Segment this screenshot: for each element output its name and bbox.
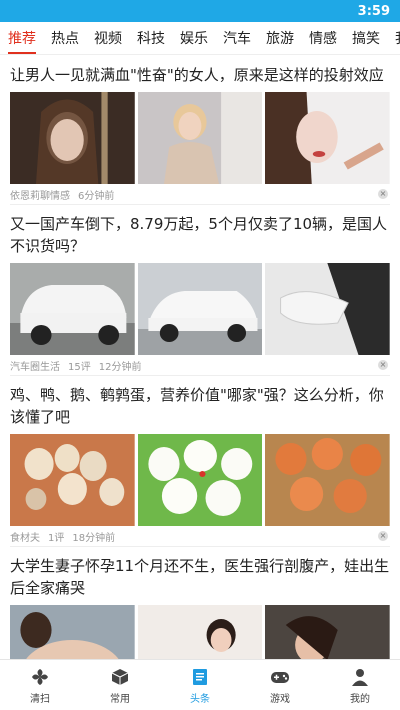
pregnant-woman-image (10, 605, 135, 660)
article-images[interactable] (10, 263, 391, 355)
tab-travel[interactable]: 旅游 (266, 28, 294, 48)
article-source: 汽车圈生活 (10, 361, 60, 373)
tab-cars[interactable]: 汽车 (223, 28, 251, 48)
tab-emotion[interactable]: 情感 (309, 28, 337, 48)
cube-icon (109, 666, 131, 688)
article-meta: 食材夫 1评 18分钟前 × (10, 526, 390, 547)
car-mirror-closeup-image (265, 263, 391, 355)
article-card[interactable]: 又一国产车倒下，8.79万起，5个月仅卖了10辆，是国人不识货吗？ 汽车圈生活 … (0, 205, 400, 376)
article-card[interactable]: 鸡、鸭、鹅、鹌鹑蛋，营养价值"哪家"强？这么分析，你该懂了吧 食材夫 1评 18… (0, 376, 400, 547)
article-meta: 汽车圈生活 15评 12分钟前 × (10, 355, 390, 376)
nav-mine[interactable]: 我的 (320, 660, 400, 710)
assorted-eggs-image (10, 434, 135, 526)
article-title[interactable]: 又一国产车倒下，8.79万起，5个月仅卖了10辆，是国人不识货吗？ (10, 213, 390, 257)
tab-hot[interactable]: 热点 (51, 28, 79, 48)
article-title[interactable]: 鸡、鸭、鹅、鹌鹑蛋，营养价值"哪家"强？这么分析，你该懂了吧 (10, 384, 390, 428)
bottom-navigation: 清扫 常用 头条 游戏 我的 (0, 659, 400, 710)
article-title[interactable]: 大学生妻子怀孕11个月还不生，医生强行剖腹产，娃出生后全家痛哭 (10, 555, 390, 599)
tab-tech[interactable]: 科技 (137, 28, 165, 48)
nav-headlines[interactable]: 头条 (160, 660, 240, 710)
close-icon[interactable]: × (378, 531, 388, 541)
close-icon[interactable]: × (378, 360, 388, 370)
article-images[interactable] (10, 434, 391, 526)
article-comments: 15评 (68, 361, 91, 373)
article-time: 6分钟前 (78, 190, 115, 202)
close-icon[interactable]: × (378, 189, 388, 199)
tab-partial[interactable]: 我 (395, 28, 400, 48)
article-source: 依恩莉聊情感 (10, 190, 70, 202)
article-time: 18分钟前 (72, 532, 116, 544)
white-suv-side-image (137, 263, 263, 355)
tab-video[interactable]: 视频 (94, 28, 122, 48)
article-time: 12分钟前 (98, 361, 142, 373)
tab-entertainment[interactable]: 娱乐 (180, 28, 208, 48)
nav-label: 清扫 (30, 693, 50, 705)
portrait-woman-hair-image (10, 92, 135, 184)
category-tabs: 推荐 热点 视频 科技 娱乐 汽车 旅游 情感 搞笑 我 (0, 22, 400, 55)
article-card[interactable]: 大学生妻子怀孕11个月还不生，医生强行剖腹产，娃出生后全家痛哭 (0, 547, 400, 660)
article-comments: 1评 (48, 532, 65, 544)
fan-icon (29, 666, 51, 688)
person-icon (349, 666, 371, 688)
nav-games[interactable]: 游戏 (240, 660, 320, 710)
article-images[interactable] (10, 92, 391, 184)
nav-label: 头条 (190, 693, 210, 705)
article-images[interactable] (10, 605, 391, 660)
nav-label: 游戏 (270, 693, 290, 705)
article-title[interactable]: 让男人一见就满血"性奋"的女人，原来是这样的投射效应 (10, 64, 390, 86)
nav-label: 常用 (110, 693, 130, 705)
white-suv-front-image (10, 263, 135, 355)
nav-label: 我的 (350, 693, 370, 705)
nav-common[interactable]: 常用 (80, 660, 160, 710)
woman-lying-image (265, 605, 391, 660)
tab-funny[interactable]: 搞笑 (352, 28, 380, 48)
article-card[interactable]: 让男人一见就满血"性奋"的女人，原来是这样的投射效应 依恩莉聊情感 6分钟前 × (0, 56, 400, 205)
nav-clean[interactable]: 清扫 (0, 660, 80, 710)
peeled-eggs-lettuce-image (137, 434, 263, 526)
tab-recommend[interactable]: 推荐 (8, 28, 36, 54)
news-icon (189, 666, 211, 688)
makeup-woman-image (265, 92, 391, 184)
status-time: 3:59 (357, 3, 390, 19)
status-bar: 3:59 (0, 0, 400, 22)
woman-hospital-image (137, 605, 263, 660)
gamepad-icon (269, 666, 291, 688)
brown-eggs-basket-image (265, 434, 391, 526)
news-feed: 让男人一见就满血"性奋"的女人，原来是这样的投射效应 依恩莉聊情感 6分钟前 ×… (0, 56, 400, 660)
article-meta: 依恩莉聊情感 6分钟前 × (10, 184, 390, 205)
blonde-woman-posing-image (137, 92, 263, 184)
article-source: 食材夫 (10, 532, 40, 544)
